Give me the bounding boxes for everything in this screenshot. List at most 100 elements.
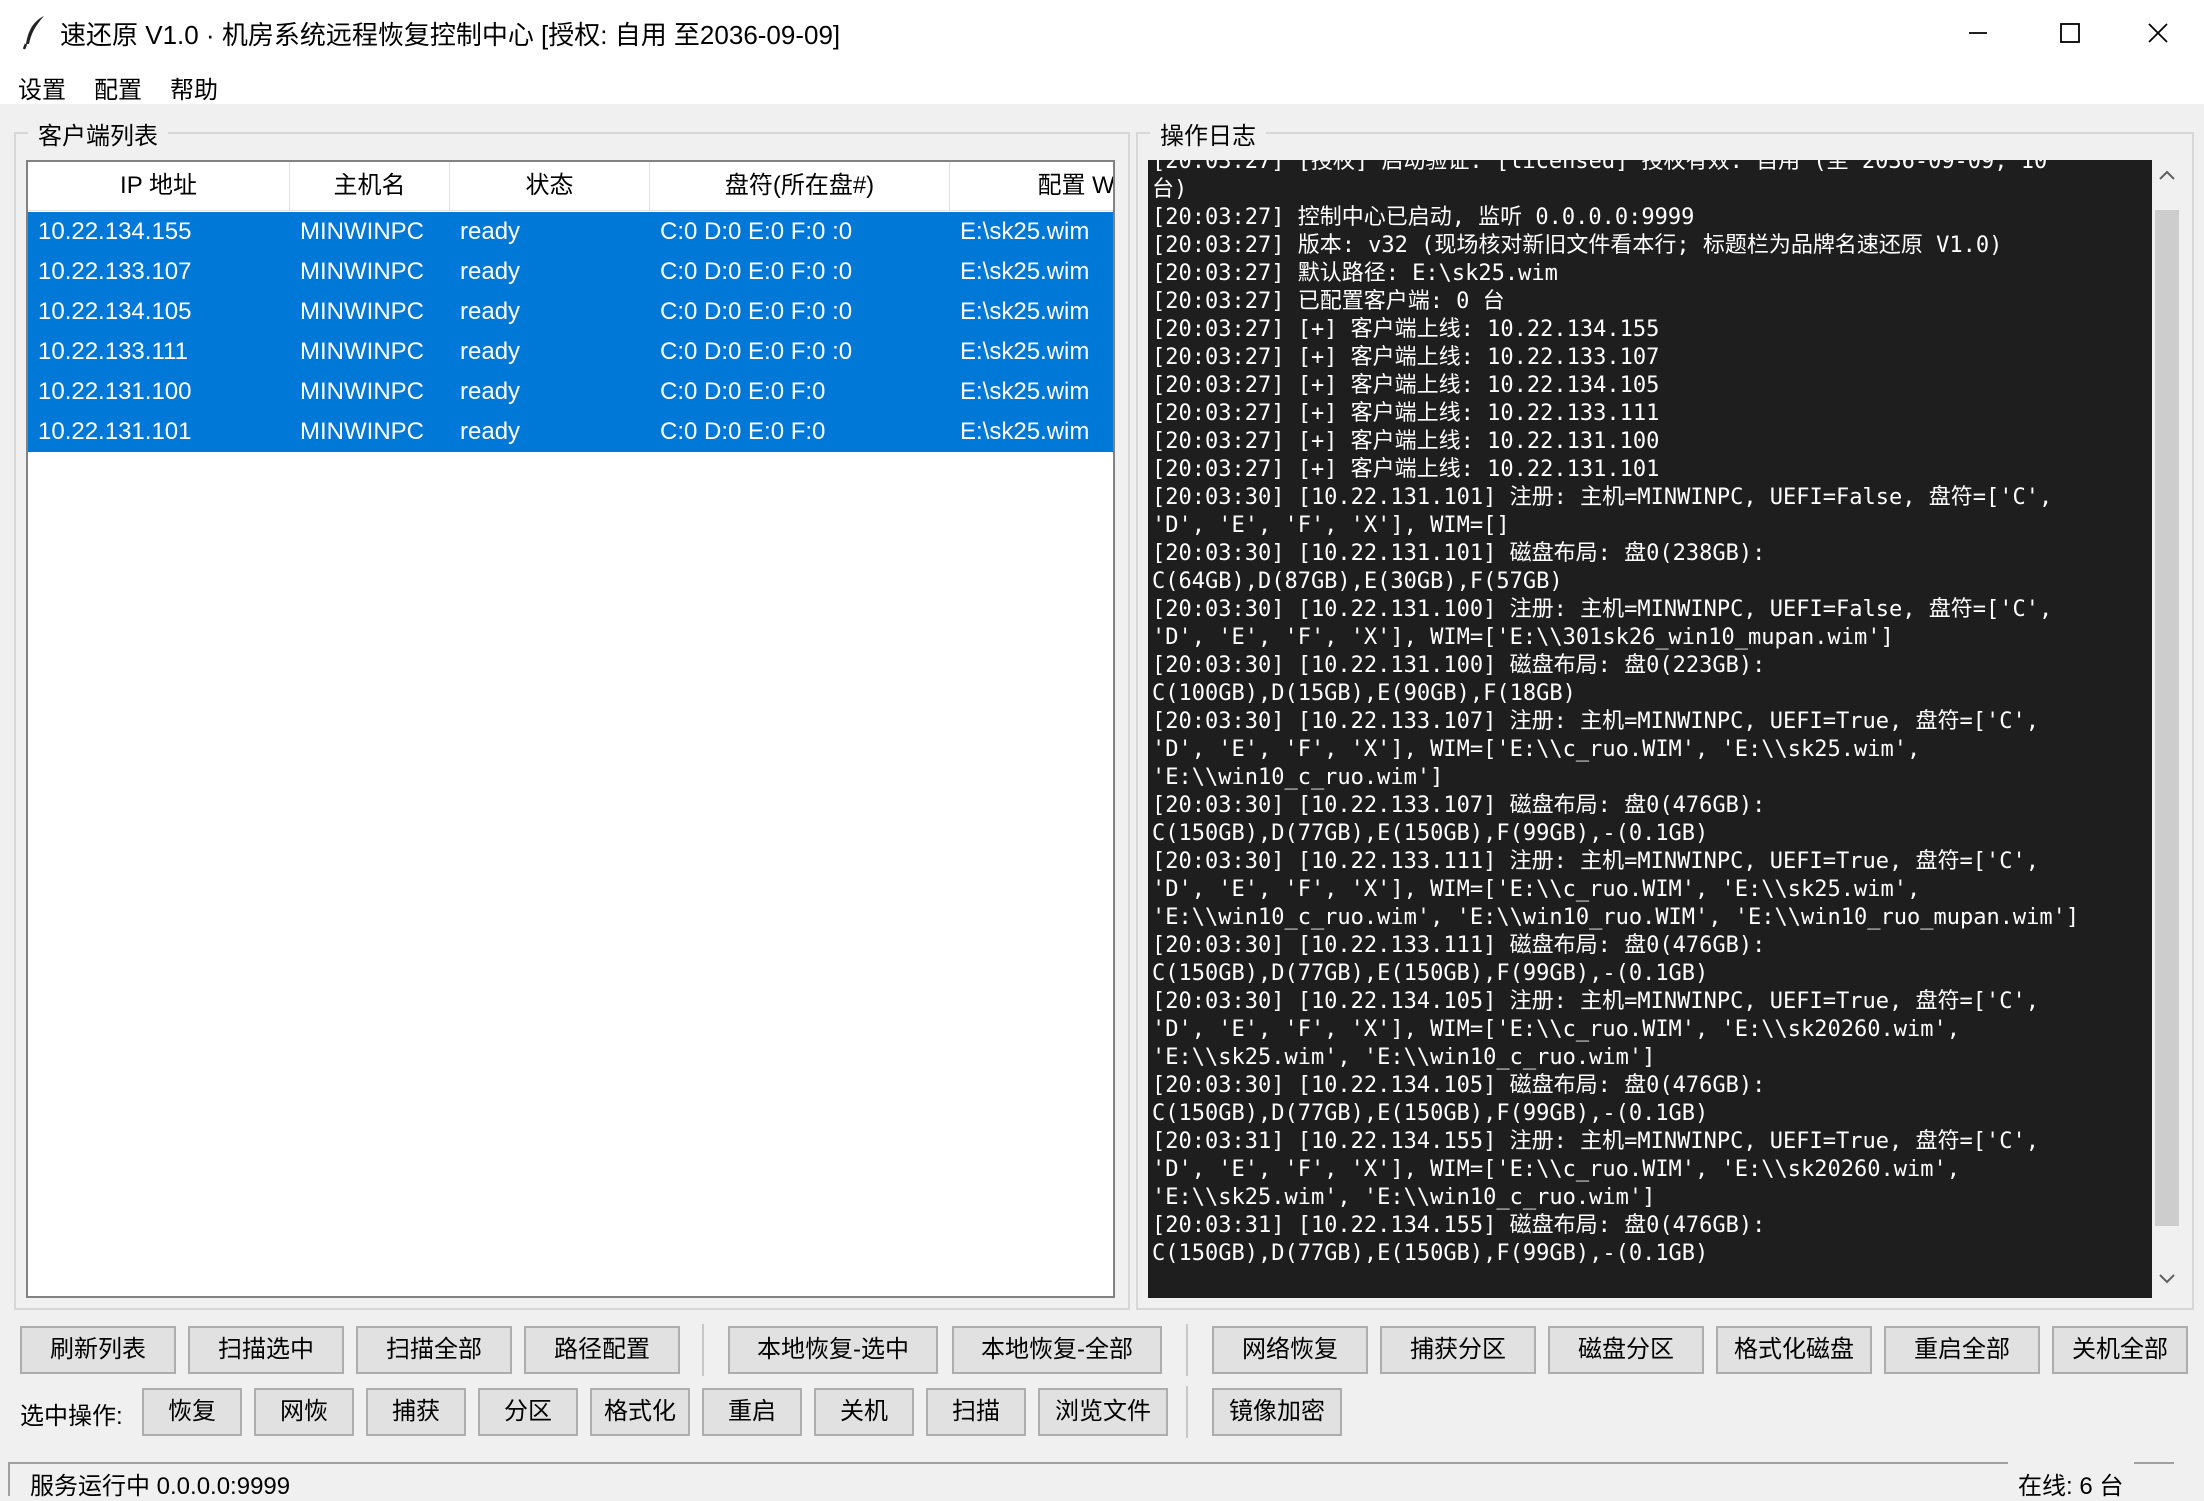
cell-hostname: MINWINPC: [300, 218, 424, 245]
table-row[interactable]: 10.22.133.111 MINWINPC ready C:0 D:0 E:0 F:…: [28, 332, 1113, 372]
cell-status: ready: [460, 298, 521, 325]
log-line: C(150GB),D(77GB),E(150GB),F(99GB),-(0.1G…: [1152, 821, 1709, 846]
reboot-button[interactable]: 重启: [702, 1388, 802, 1436]
column-ip[interactable]: IP 地址: [28, 162, 290, 210]
scan-button[interactable]: 扫描: [926, 1388, 1026, 1436]
column-drives[interactable]: 盘符(所在盘#): [650, 162, 950, 210]
title-bar: 速还原 V1.0 · 机房系统远程恢复控制中心 [授权: 自用 至2036-09…: [0, 0, 2204, 66]
log-line: [20:03:27] [授权] 启动验证: [licensed] 授权有效: 自…: [1152, 160, 2048, 174]
cell-status: ready: [460, 338, 521, 365]
table-row[interactable]: 10.22.133.107 MINWINPC ready C:0 D:0 E:0 F:…: [28, 252, 1113, 292]
log-scrollbar[interactable]: [2152, 160, 2182, 1298]
column-hostname[interactable]: 主机名: [290, 162, 450, 210]
format-button[interactable]: 格式化: [590, 1388, 690, 1436]
log-line: 'E:\\win10_c_ruo.wim']: [1152, 765, 1444, 790]
browse-files-button[interactable]: 浏览文件: [1038, 1388, 1168, 1436]
log-line: [20:03:27] 控制中心已启动, 监听 0.0.0.0:9999: [1152, 205, 1695, 230]
cell-hostname: MINWINPC: [300, 378, 424, 405]
toolbar-separator: [1186, 1324, 1188, 1376]
selected-actions-label: 选中操作:: [20, 1403, 123, 1430]
net-restore-button[interactable]: 网恢: [254, 1388, 354, 1436]
log-line: 'E:\\sk25.wim', 'E:\\win10_c_ruo.wim']: [1152, 1185, 1656, 1210]
online-count: 在线: 6 台: [2018, 1473, 2124, 1500]
scrollbar-thumb[interactable]: [2155, 210, 2179, 1226]
menu-config[interactable]: 配置: [90, 70, 146, 105]
minimize-button[interactable]: [1932, 0, 2024, 66]
log-line: [20:03:27] [+] 客户端上线: 10.22.133.107: [1152, 345, 1660, 370]
cell-ip: 10.22.131.101: [38, 418, 192, 445]
scan-all-button[interactable]: 扫描全部: [356, 1326, 512, 1374]
log-line: [20:03:31] [10.22.134.155] 注册: 主机=MINWIN…: [1152, 1129, 2039, 1154]
cell-status: ready: [460, 218, 521, 245]
menu-settings[interactable]: 设置: [14, 70, 70, 105]
shutdown-all-button[interactable]: 关机全部: [2052, 1326, 2188, 1374]
network-restore-button[interactable]: 网络恢复: [1212, 1326, 1368, 1374]
log-line: 台): [1152, 177, 1188, 202]
log-line: 'D', 'E', 'F', 'X'], WIM=['E:\\c_ruo.WIM…: [1152, 1157, 1960, 1182]
image-encrypt-button[interactable]: 镜像加密: [1212, 1388, 1342, 1436]
capture-button[interactable]: 捕获: [366, 1388, 466, 1436]
minimize-icon: [1967, 22, 1989, 44]
window-title: 速还原 V1.0 · 机房系统远程恢复控制中心 [授权: 自用 至2036-09…: [60, 20, 841, 50]
scroll-down-button[interactable]: [2152, 1264, 2182, 1298]
cell-hostname: MINWINPC: [300, 258, 424, 285]
refresh-list-button[interactable]: 刷新列表: [20, 1326, 176, 1374]
cell-drives: C:0 D:0 E:0 F:0: [660, 378, 826, 405]
cell-drives: C:0 D:0 E:0 F:0 :0: [660, 338, 853, 365]
restore-button[interactable]: 恢复: [142, 1388, 242, 1436]
log-text: [20:03:27] [授权] 启动验证: [licensed] 授权有效: 自…: [1152, 160, 2152, 1268]
reboot-all-button[interactable]: 重启全部: [1884, 1326, 2040, 1374]
cell-hostname: MINWINPC: [300, 298, 424, 325]
cell-drives: C:0 D:0 E:0 F:0 :0: [660, 218, 853, 245]
table-row[interactable]: 10.22.131.100 MINWINPC ready C:0 D:0 E:0 F:…: [28, 372, 1113, 412]
scroll-down-icon: [2158, 1272, 2176, 1290]
scroll-up-button[interactable]: [2152, 160, 2182, 194]
table-row[interactable]: 10.22.134.105 MINWINPC ready C:0 D:0 E:0 F:…: [28, 292, 1113, 332]
table-row[interactable]: 10.22.134.155 MINWINPC ready C:0 D:0 E:0 F:…: [28, 212, 1113, 252]
scan-selected-button[interactable]: 扫描选中: [188, 1326, 344, 1374]
cell-status: ready: [460, 418, 521, 445]
log-line: [20:03:30] [10.22.133.107] 磁盘布局: 盘0(476G…: [1152, 793, 1766, 818]
cell-wim: E:\sk25.wim: [960, 418, 1090, 445]
log-line: C(100GB),D(15GB),E(90GB),F(18GB): [1152, 681, 1576, 706]
client-table[interactable]: IP 地址 主机名 状态 盘符(所在盘#) 配置 WI 10.22.134.15…: [26, 160, 1115, 1298]
menu-bar: 设置 配置 帮助: [0, 66, 2204, 104]
maximize-button[interactable]: [2024, 0, 2116, 66]
cell-ip: 10.22.131.100: [38, 378, 192, 405]
cell-wim: E:\sk25.wim: [960, 258, 1090, 285]
shutdown-button[interactable]: 关机: [814, 1388, 914, 1436]
status-bar: 服务运行中 0.0.0.0:9999 在线: 6 台: [0, 1456, 2204, 1500]
partition-button[interactable]: 分区: [478, 1388, 578, 1436]
menu-help[interactable]: 帮助: [166, 70, 222, 105]
log-line: 'D', 'E', 'F', 'X'], WIM=['E:\\c_ruo.WIM…: [1152, 877, 1921, 902]
toolbar-separator: [1186, 1386, 1188, 1438]
close-button[interactable]: [2112, 0, 2204, 66]
log-line: [20:03:27] [+] 客户端上线: 10.22.133.111: [1152, 401, 1660, 426]
local-restore-selected-button[interactable]: 本地恢复-选中: [728, 1326, 938, 1374]
column-wim[interactable]: 配置 WI: [950, 162, 1114, 210]
cell-wim: E:\sk25.wim: [960, 298, 1090, 325]
log-line: [20:03:27] 默认路径: E:\sk25.wim: [1152, 261, 1558, 286]
feather-icon: [20, 14, 50, 50]
log-line: [20:03:27] [+] 客户端上线: 10.22.131.101: [1152, 457, 1660, 482]
path-config-button[interactable]: 路径配置: [524, 1326, 680, 1374]
cell-status: ready: [460, 378, 521, 405]
local-restore-all-button[interactable]: 本地恢复-全部: [952, 1326, 1162, 1374]
log-area[interactable]: [20:03:27] [授权] 启动验证: [licensed] 授权有效: 自…: [1148, 160, 2152, 1298]
log-line: [20:03:31] [10.22.134.155] 磁盘布局: 盘0(476G…: [1152, 1213, 1766, 1238]
size-grip[interactable]: [2134, 1462, 2174, 1464]
cell-ip: 10.22.133.107: [38, 258, 192, 285]
log-line: 'D', 'E', 'F', 'X'], WIM=[]: [1152, 513, 1510, 538]
table-row[interactable]: 10.22.131.101 MINWINPC ready C:0 D:0 E:0 F:…: [28, 412, 1113, 452]
log-line: [20:03:27] 版本: v32 (现场核对新旧文件看本行; 标题栏为品牌名…: [1152, 233, 2003, 258]
log-line: [20:03:30] [10.22.133.111] 注册: 主机=MINWIN…: [1152, 849, 2039, 874]
close-icon: [2147, 22, 2169, 44]
format-disk-button[interactable]: 格式化磁盘: [1716, 1326, 1872, 1374]
log-line: 'D', 'E', 'F', 'X'], WIM=['E:\\c_ruo.WIM…: [1152, 1017, 1960, 1042]
disk-partition-button[interactable]: 磁盘分区: [1548, 1326, 1704, 1374]
capture-partition-button[interactable]: 捕获分区: [1380, 1326, 1536, 1374]
cell-ip: 10.22.133.111: [38, 338, 188, 365]
log-line: [20:03:30] [10.22.133.107] 注册: 主机=MINWIN…: [1152, 709, 2039, 734]
column-status[interactable]: 状态: [450, 162, 650, 210]
service-status: 服务运行中 0.0.0.0:9999: [30, 1473, 291, 1500]
